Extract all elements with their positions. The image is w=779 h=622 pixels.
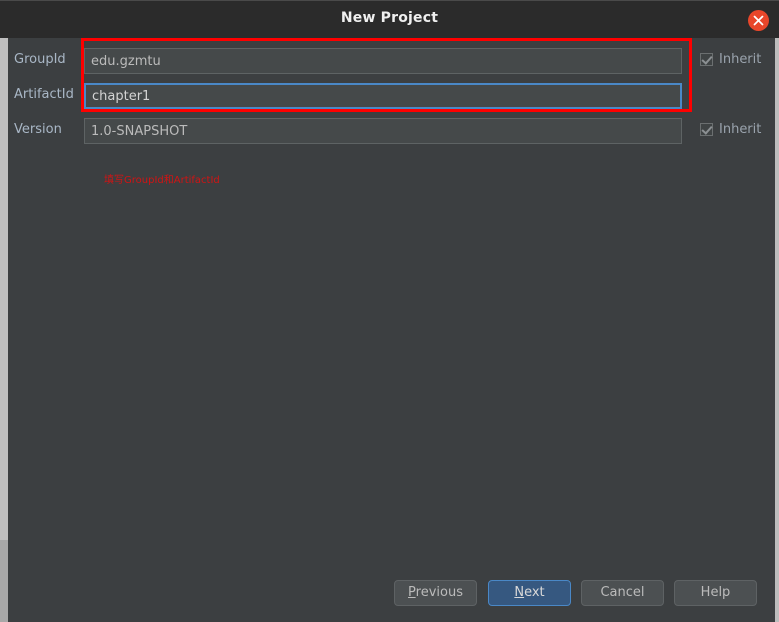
close-icon[interactable] [748, 10, 769, 31]
dialog-title: New Project [340, 10, 439, 26]
left-window-edge [0, 540, 8, 622]
checkbox-icon[interactable] [700, 53, 713, 66]
label-artifactid: ArtifactId [14, 87, 74, 102]
groupid-inherit-checkbox[interactable]: Inherit [700, 52, 761, 67]
previous-button[interactable]: Previous [394, 580, 477, 606]
version-input[interactable] [84, 118, 682, 144]
groupid-input[interactable] [84, 48, 682, 74]
version-inherit-label: Inherit [719, 122, 762, 137]
next-button[interactable]: Next [488, 580, 571, 606]
help-button[interactable]: Help [674, 580, 757, 606]
version-inherit-checkbox[interactable]: Inherit [700, 122, 761, 137]
checkbox-icon[interactable] [700, 123, 713, 136]
form-panel: GroupId Inherit ArtifactId Version [8, 38, 775, 622]
artifactid-input[interactable] [84, 83, 682, 109]
right-window-edge [775, 38, 779, 622]
left-scrollbar-strip[interactable] [0, 38, 8, 540]
annotation-note: 填写GroupId和ArtifactId [104, 175, 220, 186]
new-project-dialog: New Project GroupId Inherit [0, 0, 779, 622]
dialog-body: GroupId Inherit ArtifactId Version [0, 38, 779, 622]
cancel-button[interactable]: Cancel [581, 580, 664, 606]
dialog-titlebar: New Project [0, 0, 779, 38]
groupid-inherit-label: Inherit [719, 52, 762, 67]
dialog-button-bar: Previous Next Cancel Help [8, 580, 775, 614]
label-groupid: GroupId [14, 52, 66, 67]
label-version: Version [14, 122, 62, 137]
